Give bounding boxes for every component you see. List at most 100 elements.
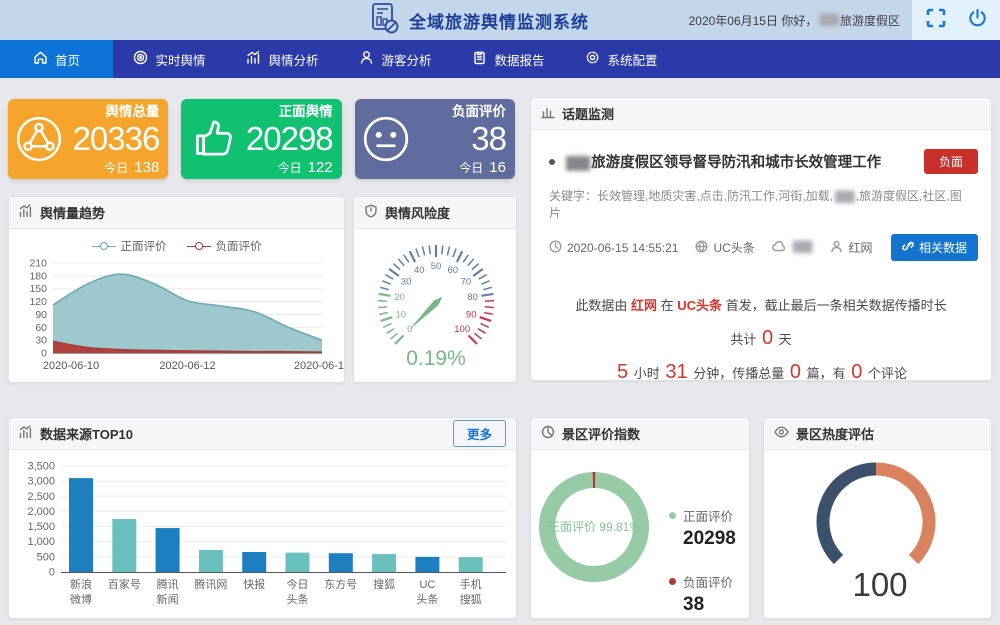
date-greeting: 2020年06月15日 你好， xyxy=(689,12,818,29)
app-logo-icon xyxy=(370,2,400,39)
heat-gauge-chart: 100 xyxy=(764,450,991,618)
svg-text:2020-06-14: 2020-06-14 xyxy=(294,360,344,372)
nav-item-0[interactable]: 首页 xyxy=(0,40,113,78)
negative-dot-icon xyxy=(669,578,676,585)
svg-text:百家号: 百家号 xyxy=(108,577,141,591)
nav-label: 数据报告 xyxy=(494,50,544,69)
bar-8 xyxy=(415,557,439,572)
panel-topic: 话题监测 ███旅游度假区领导督导防汛和城市长效管理工作 负面 关键字：长效管理… xyxy=(530,97,992,381)
nav-label: 游客分析 xyxy=(381,50,431,69)
news-meta-row: 2020-06-15 14:55:21 UC头条 ███ 红网 相关数据 xyxy=(549,234,978,261)
thumbs-up-icon xyxy=(181,114,243,164)
nav-label: 系统配置 xyxy=(607,50,657,69)
stat-value: 20298 xyxy=(243,122,332,155)
svg-text:100: 100 xyxy=(852,566,907,603)
svg-text:手机搜狐: 手机搜狐 xyxy=(460,577,482,606)
nav-item-1[interactable]: 实时舆情 xyxy=(113,40,226,78)
svg-text:腾讯网: 腾讯网 xyxy=(194,577,227,591)
panel-heat-header: 景区热度评估 xyxy=(764,418,991,450)
panel-heat-title: 景区热度评估 xyxy=(796,424,874,443)
svg-text:10: 10 xyxy=(396,309,407,320)
nav-label: 实时舆情 xyxy=(155,50,205,69)
eye-icon xyxy=(774,426,789,441)
svg-text:70: 70 xyxy=(461,276,472,287)
panel-trend-header: 舆情量趋势 xyxy=(9,197,344,229)
svg-text:正面评价 99.81%: 正面评价 99.81% xyxy=(548,520,640,534)
trend-chart-icon xyxy=(19,204,33,221)
nav-item-2[interactable]: 舆情分析 xyxy=(226,40,339,78)
power-icon[interactable] xyxy=(967,7,988,33)
share-network-icon xyxy=(8,114,70,164)
user-org: 旅游度假区 xyxy=(840,12,900,29)
rating-legend: 正面评价 20298 负面评价 38 xyxy=(669,506,736,619)
related-data-button[interactable]: 相关数据 xyxy=(891,234,978,261)
trend-legend-item-1[interactable]: 负面评价 xyxy=(187,238,262,254)
legend-line-marker-icon xyxy=(92,242,116,251)
panel-sources: 数据来源TOP10 更多 05001,0001,5002,0002,5003,0… xyxy=(8,417,517,619)
keyword-redacted: ███ xyxy=(835,192,854,203)
stat-today: 今日138 xyxy=(70,160,159,175)
fullscreen-icon[interactable] xyxy=(925,7,947,34)
sources-chart-icon xyxy=(19,425,33,442)
gear-icon xyxy=(585,50,600,68)
news-title-redacted: ███ xyxy=(566,156,589,170)
cloud-icon xyxy=(772,240,786,255)
user-info: 2020年06月15日 你好， ███ 旅游度假区 xyxy=(689,0,900,40)
user-name-redacted: ███ xyxy=(819,15,838,26)
svg-text:60: 60 xyxy=(448,265,459,276)
svg-text:80: 80 xyxy=(467,292,478,303)
svg-text:UC头条: UC头条 xyxy=(416,579,438,606)
svg-text:2020-06-12: 2020-06-12 xyxy=(159,360,215,372)
panel-topic-header: 话题监测 xyxy=(531,98,991,130)
more-button[interactable]: 更多 xyxy=(453,420,506,447)
topbar-actions xyxy=(912,0,1000,40)
source-redacted-item: ███ xyxy=(772,240,814,255)
svg-text:0.19%: 0.19% xyxy=(406,347,466,370)
svg-text:今日头条: 今日头条 xyxy=(287,577,309,606)
svg-text:120: 120 xyxy=(29,296,47,308)
news-title[interactable]: ███旅游度假区领导督导防汛和城市长效管理工作 xyxy=(564,151,924,172)
nav-item-4[interactable]: 数据报告 xyxy=(452,40,565,78)
link-icon xyxy=(902,240,914,255)
svg-text:0: 0 xyxy=(49,567,55,579)
svg-text:50: 50 xyxy=(431,261,442,272)
bar-1 xyxy=(112,519,136,572)
svg-text:40: 40 xyxy=(414,265,425,276)
main-nav: 首页 实时舆情 舆情分析 游客分析 数据报告 系统配置 xyxy=(0,40,1000,78)
legend-negative: 负面评价 38 xyxy=(669,572,736,616)
positive-dot-icon xyxy=(669,512,676,519)
legend-positive: 正面评价 20298 xyxy=(669,506,736,550)
stat-value: 20336 xyxy=(70,122,159,155)
negative-value: 38 xyxy=(683,594,736,616)
eye-circle-icon xyxy=(133,50,148,68)
bar-chart-icon xyxy=(541,105,555,122)
bar-5 xyxy=(286,553,310,572)
pie-chart-icon xyxy=(541,425,555,442)
top-bar: 全域旅游舆情监测系统 2020年06月15日 你好， ███ 旅游度假区 xyxy=(0,0,1000,40)
bar-3 xyxy=(199,550,223,572)
nav-label: 舆情分析 xyxy=(268,50,318,69)
svg-text:搜狐: 搜狐 xyxy=(373,577,395,591)
svg-text:0: 0 xyxy=(407,324,412,335)
svg-text:30: 30 xyxy=(401,276,412,287)
brand: 全域旅游舆情监测系统 xyxy=(370,0,589,40)
svg-text:30: 30 xyxy=(35,335,47,347)
nav-item-3[interactable]: 游客分析 xyxy=(339,40,452,78)
neutral-face-icon xyxy=(355,114,417,164)
user-icon xyxy=(830,240,843,256)
person-icon xyxy=(359,50,374,68)
keywords-line: 关键字：长效管理,地质灾害,点击,防汛工作,河街,加载,███,旅游度假区,社区… xyxy=(549,187,973,221)
bar-4 xyxy=(242,552,266,572)
svg-text:180: 180 xyxy=(29,270,47,282)
bar-0 xyxy=(69,478,93,572)
nav-item-5[interactable]: 系统配置 xyxy=(565,40,678,78)
bar-2 xyxy=(156,528,180,572)
svg-text:20: 20 xyxy=(394,292,405,303)
svg-text:东方号: 东方号 xyxy=(324,577,357,591)
platform: UC头条 xyxy=(695,239,754,256)
svg-text:2,000: 2,000 xyxy=(27,506,55,518)
stat-texts: 舆情总量 20336 今日138 xyxy=(70,103,168,176)
bar-9 xyxy=(459,557,483,572)
trend-legend-item-0[interactable]: 正面评价 xyxy=(92,238,167,254)
positive-value: 20298 xyxy=(683,528,736,550)
